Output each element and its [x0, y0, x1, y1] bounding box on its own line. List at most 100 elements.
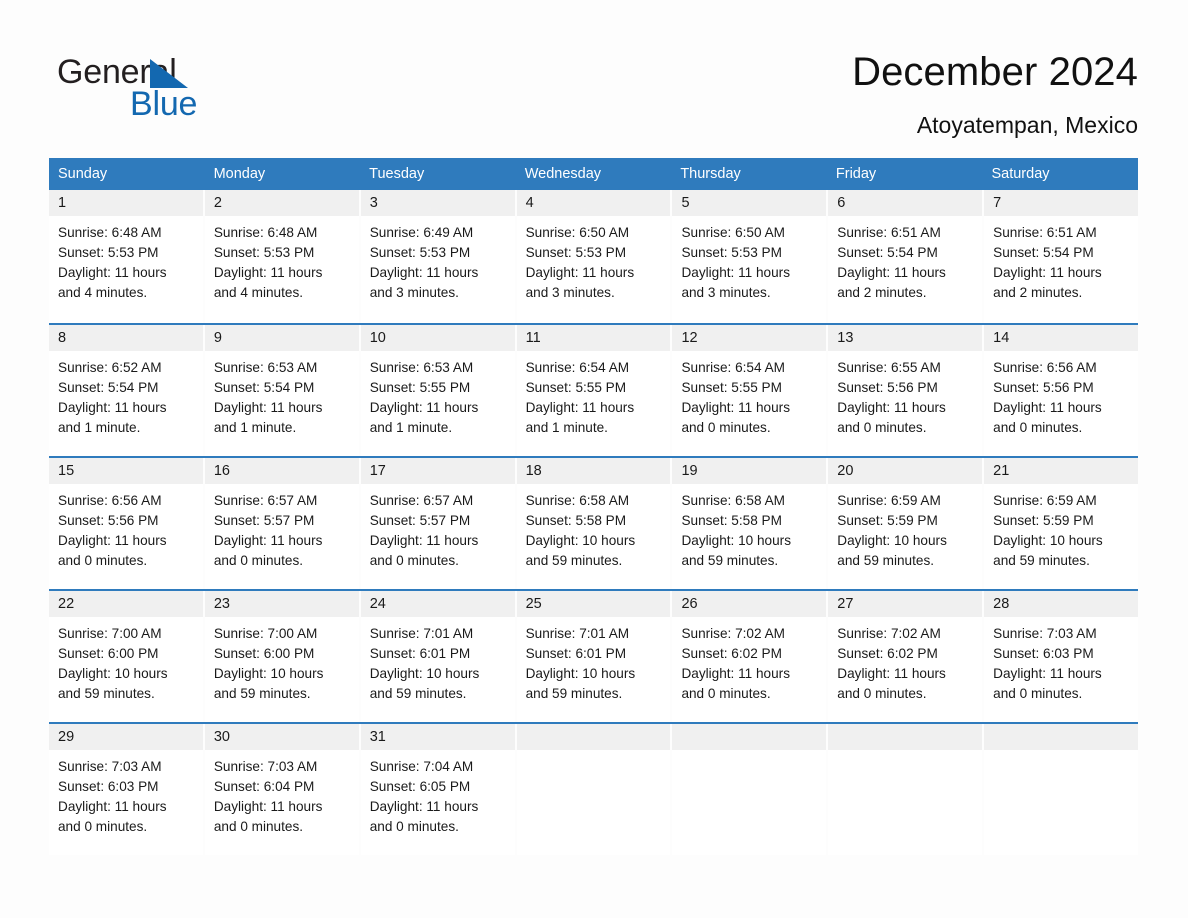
day-details: Sunrise: 6:55 AM Sunset: 5:56 PM Dayligh…: [828, 351, 982, 438]
day-details: Sunrise: 6:56 AM Sunset: 5:56 PM Dayligh…: [49, 484, 203, 571]
calendar-day-cell[interactable]: 13 Sunrise: 6:55 AM Sunset: 5:56 PM Dayl…: [828, 325, 983, 456]
calendar-week-row: 22 Sunrise: 7:00 AM Sunset: 6:00 PM Dayl…: [49, 589, 1139, 722]
sunrise-text: Sunrise: 6:52 AM: [58, 360, 162, 375]
day-details: Sunrise: 6:59 AM Sunset: 5:59 PM Dayligh…: [828, 484, 982, 571]
daylight-text-line1: Daylight: 11 hours: [681, 400, 790, 415]
daylight-text-line2: and 0 minutes.: [58, 819, 148, 834]
calendar-day-cell[interactable]: 1 Sunrise: 6:48 AM Sunset: 5:53 PM Dayli…: [49, 190, 203, 323]
daylight-text-line2: and 1 minute.: [525, 420, 608, 435]
daylight-text-line1: Daylight: 10 hours: [369, 666, 480, 681]
generalblue-logo[interactable]: General Blue: [57, 55, 317, 125]
calendar-day-cell[interactable]: 4 Sunrise: 6:50 AM Sunset: 5:53 PM Dayli…: [516, 190, 671, 323]
daylight-text-line1: Daylight: 10 hours: [58, 666, 168, 681]
sunset-text: Sunset: 6:00 PM: [213, 646, 315, 661]
calendar-day-cell[interactable]: 30 Sunrise: 7:03 AM Sunset: 6:04 PM Dayl…: [204, 724, 359, 855]
calendar-day-cell[interactable]: 5 Sunrise: 6:50 AM Sunset: 5:53 PM Dayli…: [672, 190, 827, 323]
day-details: Sunrise: 7:01 AM Sunset: 6:01 PM Dayligh…: [361, 617, 515, 704]
day-number: [672, 724, 827, 750]
sunset-text: Sunset: 5:55 PM: [369, 380, 471, 395]
calendar-day-cell[interactable]: 11 Sunrise: 6:54 AM Sunset: 5:55 PM Dayl…: [516, 325, 671, 456]
sunrise-text: Sunrise: 7:03 AM: [993, 626, 1097, 641]
calendar-day-cell[interactable]: 16 Sunrise: 6:57 AM Sunset: 5:57 PM Dayl…: [204, 458, 359, 589]
daylight-text-line1: Daylight: 11 hours: [525, 400, 635, 415]
daylight-text-line2: and 3 minutes.: [525, 285, 615, 300]
sunrise-text: Sunrise: 7:01 AM: [369, 626, 474, 641]
weekday-header-monday: Monday: [213, 166, 266, 182]
title-block: December 2024 Atoyatempan, Mexico: [852, 48, 1138, 140]
calendar-day-cell[interactable]: 8 Sunrise: 6:52 AM Sunset: 5:54 PM Dayli…: [49, 325, 203, 456]
daylight-text-line1: Daylight: 11 hours: [993, 400, 1102, 415]
daylight-text-line2: and 0 minutes.: [993, 420, 1083, 435]
calendar-day-cell[interactable]: 3 Sunrise: 6:49 AM Sunset: 5:53 PM Dayli…: [360, 190, 515, 323]
calendar-day-cell[interactable]: 25 Sunrise: 7:01 AM Sunset: 6:01 PM Dayl…: [516, 591, 671, 722]
calendar-day-cell[interactable]: 15 Sunrise: 6:56 AM Sunset: 5:56 PM Dayl…: [49, 458, 203, 589]
calendar-day-cell[interactable]: 27 Sunrise: 7:02 AM Sunset: 6:02 PM Dayl…: [828, 591, 983, 722]
calendar-day-cell[interactable]: 6 Sunrise: 6:51 AM Sunset: 5:54 PM Dayli…: [828, 190, 983, 323]
calendar-day-cell[interactable]: 10 Sunrise: 6:53 AM Sunset: 5:55 PM Dayl…: [360, 325, 515, 456]
sunrise-text: Sunrise: 6:56 AM: [58, 493, 162, 508]
day-details: Sunrise: 7:03 AM Sunset: 6:03 PM Dayligh…: [984, 617, 1138, 704]
calendar-day-cell[interactable]: 24 Sunrise: 7:01 AM Sunset: 6:01 PM Dayl…: [360, 591, 515, 722]
weekday-header-friday: Friday: [835, 166, 877, 182]
daylight-text-line1: Daylight: 11 hours: [369, 799, 479, 814]
daylight-text-line1: Daylight: 10 hours: [837, 533, 947, 548]
daylight-text-line2: and 2 minutes.: [837, 285, 927, 300]
daylight-text-line2: and 1 minute.: [58, 420, 141, 435]
calendar-day-cell-empty: [516, 724, 671, 855]
daylight-text-line1: Daylight: 10 hours: [525, 533, 636, 548]
daylight-text-line2: and 4 minutes.: [213, 285, 304, 300]
sunrise-text: Sunrise: 7:03 AM: [213, 759, 318, 774]
calendar-day-cell[interactable]: 22 Sunrise: 7:00 AM Sunset: 6:00 PM Dayl…: [49, 591, 203, 722]
sunset-text: Sunset: 6:03 PM: [993, 646, 1094, 661]
daylight-text-line1: Daylight: 10 hours: [525, 666, 636, 681]
daylight-text-line1: Daylight: 11 hours: [213, 533, 323, 548]
calendar-day-cell[interactable]: 23 Sunrise: 7:00 AM Sunset: 6:00 PM Dayl…: [204, 591, 359, 722]
sunset-text: Sunset: 5:56 PM: [837, 380, 938, 395]
day-details: Sunrise: 7:03 AM Sunset: 6:03 PM Dayligh…: [49, 750, 203, 837]
calendar-day-cell[interactable]: 28 Sunrise: 7:03 AM Sunset: 6:03 PM Dayl…: [984, 591, 1139, 722]
day-number: 26: [672, 591, 827, 617]
daylight-text-line1: Daylight: 11 hours: [369, 265, 479, 280]
day-number: 31: [360, 724, 515, 750]
day-number: 22: [49, 591, 203, 617]
day-details: Sunrise: 7:04 AM Sunset: 6:05 PM Dayligh…: [361, 750, 515, 837]
daylight-text-line1: Daylight: 11 hours: [837, 666, 946, 681]
calendar-day-cell[interactable]: 26 Sunrise: 7:02 AM Sunset: 6:02 PM Dayl…: [672, 591, 827, 722]
daylight-text-line2: and 4 minutes.: [58, 285, 148, 300]
calendar-day-cell[interactable]: 9 Sunrise: 6:53 AM Sunset: 5:54 PM Dayli…: [204, 325, 359, 456]
daylight-text-line2: and 0 minutes.: [58, 553, 148, 568]
calendar-week-row: 29 Sunrise: 7:03 AM Sunset: 6:03 PM Dayl…: [49, 722, 1139, 855]
calendar-day-cell[interactable]: 20 Sunrise: 6:59 AM Sunset: 5:59 PM Dayl…: [828, 458, 983, 589]
day-number: 25: [516, 591, 671, 617]
day-number: 4: [516, 190, 671, 216]
sunset-text: Sunset: 5:53 PM: [525, 245, 627, 260]
daylight-text-line2: and 0 minutes.: [213, 553, 304, 568]
calendar-day-cell[interactable]: 29 Sunrise: 7:03 AM Sunset: 6:03 PM Dayl…: [49, 724, 203, 855]
daylight-text-line2: and 1 minute.: [213, 420, 297, 435]
sunset-text: Sunset: 5:56 PM: [58, 513, 159, 528]
calendar-day-cell[interactable]: 17 Sunrise: 6:57 AM Sunset: 5:57 PM Dayl…: [360, 458, 515, 589]
calendar-day-cell[interactable]: 18 Sunrise: 6:58 AM Sunset: 5:58 PM Dayl…: [516, 458, 671, 589]
day-number: 29: [49, 724, 203, 750]
sunset-text: Sunset: 6:02 PM: [681, 646, 782, 661]
calendar-day-cell[interactable]: 21 Sunrise: 6:59 AM Sunset: 5:59 PM Dayl…: [984, 458, 1139, 589]
calendar-day-cell[interactable]: 14 Sunrise: 6:56 AM Sunset: 5:56 PM Dayl…: [984, 325, 1139, 456]
day-details: Sunrise: 6:57 AM Sunset: 5:57 PM Dayligh…: [205, 484, 359, 571]
day-number: 28: [984, 591, 1139, 617]
daylight-text-line1: Daylight: 11 hours: [993, 265, 1102, 280]
sunset-text: Sunset: 6:01 PM: [525, 646, 627, 661]
calendar-day-cell[interactable]: 7 Sunrise: 6:51 AM Sunset: 5:54 PM Dayli…: [984, 190, 1139, 323]
sunset-text: Sunset: 5:53 PM: [58, 245, 159, 260]
calendar-day-cell[interactable]: 2 Sunrise: 6:48 AM Sunset: 5:53 PM Dayli…: [204, 190, 359, 323]
day-number: 11: [516, 325, 671, 351]
triangle-icon: [150, 59, 188, 88]
calendar-grid: Sunday Monday Tuesday Wednesday Thursday…: [49, 158, 1139, 855]
day-number: 14: [984, 325, 1139, 351]
calendar-day-cell[interactable]: 19 Sunrise: 6:58 AM Sunset: 5:58 PM Dayl…: [672, 458, 827, 589]
day-details: Sunrise: 6:51 AM Sunset: 5:54 PM Dayligh…: [828, 216, 982, 303]
calendar-day-cell[interactable]: 31 Sunrise: 7:04 AM Sunset: 6:05 PM Dayl…: [360, 724, 515, 855]
calendar-day-cell[interactable]: 12 Sunrise: 6:54 AM Sunset: 5:55 PM Dayl…: [672, 325, 827, 456]
daylight-text-line2: and 1 minute.: [369, 420, 453, 435]
day-number: 12: [672, 325, 827, 351]
sunset-text: Sunset: 6:05 PM: [369, 779, 471, 794]
